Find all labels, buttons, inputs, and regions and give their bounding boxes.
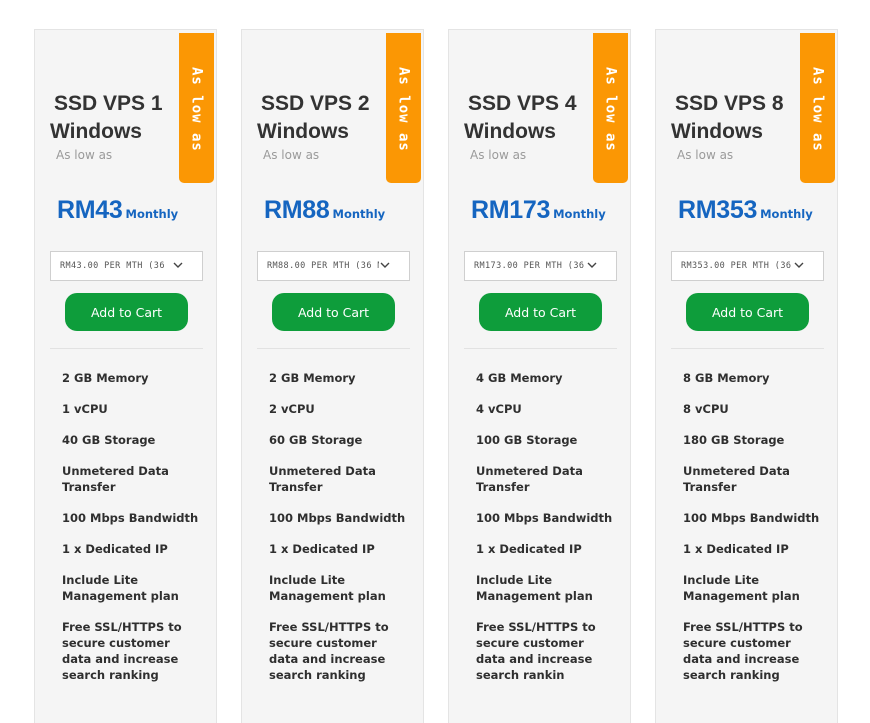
- billing-cycle-select[interactable]: RM353.00 PER MTH (36: [671, 251, 824, 281]
- feature-item: 180 GB Storage: [683, 433, 785, 447]
- feature-item: Free SSL/HTTPS to secure customer data a…: [62, 620, 182, 682]
- as-low-as-label: As low as: [677, 148, 734, 162]
- divider: [257, 348, 410, 349]
- add-to-cart-button[interactable]: Add to Cart: [272, 293, 395, 331]
- price-row: RM43 Monthly: [57, 196, 178, 225]
- divider: [50, 348, 203, 349]
- plan-card-ssd-vps-2: As low as SSD VPS 2 Windows As low as RM…: [241, 29, 424, 723]
- feature-item: 4 vCPU: [476, 402, 522, 416]
- as-low-as-label: As low as: [263, 148, 320, 162]
- feature-item: Unmetered Data Transfer: [269, 464, 376, 494]
- as-low-as-label: As low as: [470, 148, 527, 162]
- add-to-cart-button[interactable]: Add to Cart: [479, 293, 602, 331]
- price-row: RM353 Monthly: [678, 196, 813, 225]
- plan-title: SSD VPS 4 Windows: [464, 92, 577, 143]
- as-low-as-ribbon: As low as: [179, 33, 214, 183]
- feature-item: Include Lite Management plan: [476, 573, 593, 603]
- feature-item: 60 GB Storage: [269, 433, 363, 447]
- chevron-down-icon: [587, 262, 597, 268]
- as-low-as-ribbon: As low as: [386, 33, 421, 183]
- ribbon-label: As low as: [602, 67, 619, 152]
- feature-list: 8 GB Memory 8 vCPU 180 GB Storage Unmete…: [683, 370, 823, 698]
- price-row: RM88 Monthly: [264, 196, 385, 225]
- feature-list: 2 GB Memory 1 vCPU 40 GB Storage Unmeter…: [62, 370, 202, 698]
- plan-card-ssd-vps-1: As low as SSD VPS 1 Windows As low as RM…: [34, 29, 217, 723]
- feature-item: 4 GB Memory: [476, 371, 563, 385]
- chevron-down-icon: [173, 262, 183, 268]
- feature-item: Unmetered Data Transfer: [62, 464, 169, 494]
- add-to-cart-button[interactable]: Add to Cart: [65, 293, 188, 331]
- price-row: RM173 Monthly: [471, 196, 606, 225]
- price: RM88: [264, 196, 330, 224]
- as-low-as-ribbon: As low as: [800, 33, 835, 183]
- price: RM173: [471, 196, 551, 224]
- plan-title: SSD VPS 8 Windows: [671, 92, 784, 143]
- feature-item: 1 x Dedicated IP: [683, 542, 789, 556]
- feature-item: 100 Mbps Bandwidth: [269, 511, 406, 525]
- feature-list: 2 GB Memory 2 vCPU 60 GB Storage Unmeter…: [269, 370, 409, 698]
- feature-item: Free SSL/HTTPS to secure customer data a…: [683, 620, 803, 682]
- feature-item: 8 GB Memory: [683, 371, 770, 385]
- feature-item: Include Lite Management plan: [269, 573, 386, 603]
- feature-item: Include Lite Management plan: [62, 573, 179, 603]
- billing-cycle-select[interactable]: RM173.00 PER MTH (36: [464, 251, 617, 281]
- ribbon-label: As low as: [809, 67, 826, 152]
- price-period: Monthly: [760, 207, 813, 221]
- feature-item: 100 Mbps Bandwidth: [683, 511, 820, 525]
- price: RM353: [678, 196, 758, 224]
- divider: [671, 348, 824, 349]
- feature-item: Include Lite Management plan: [683, 573, 800, 603]
- feature-item: 100 Mbps Bandwidth: [62, 511, 199, 525]
- billing-cycle-value: RM43.00 PER MTH (36: [60, 261, 165, 271]
- feature-item: 100 GB Storage: [476, 433, 578, 447]
- ribbon-label: As low as: [188, 67, 205, 152]
- feature-item: 1 x Dedicated IP: [269, 542, 375, 556]
- feature-item: 40 GB Storage: [62, 433, 156, 447]
- plan-title: SSD VPS 1 Windows: [50, 92, 163, 143]
- price-period: Monthly: [125, 207, 179, 221]
- plan-card-ssd-vps-8: As low as SSD VPS 8 Windows As low as RM…: [655, 29, 838, 723]
- as-low-as-label: As low as: [56, 148, 113, 162]
- feature-item: Free SSL/HTTPS to secure customer data a…: [476, 620, 596, 682]
- price: RM43: [57, 196, 123, 224]
- feature-item: 2 GB Memory: [269, 371, 356, 385]
- chevron-down-icon: [380, 262, 390, 268]
- divider: [464, 348, 617, 349]
- plan-title: SSD VPS 2 Windows: [257, 92, 370, 143]
- as-low-as-ribbon: As low as: [593, 33, 628, 183]
- feature-item: 100 Mbps Bandwidth: [476, 511, 613, 525]
- feature-item: 1 vCPU: [62, 402, 108, 416]
- feature-item: 2 GB Memory: [62, 371, 149, 385]
- add-to-cart-button[interactable]: Add to Cart: [686, 293, 809, 331]
- chevron-down-icon: [794, 262, 804, 268]
- billing-cycle-value: RM88.00 PER MTH (36 M: [267, 261, 379, 271]
- price-period: Monthly: [332, 207, 386, 221]
- billing-cycle-select[interactable]: RM88.00 PER MTH (36 M: [257, 251, 410, 281]
- feature-item: 8 vCPU: [683, 402, 729, 416]
- billing-cycle-value: RM173.00 PER MTH (36: [474, 261, 585, 271]
- feature-item: 1 x Dedicated IP: [62, 542, 168, 556]
- billing-cycle-value: RM353.00 PER MTH (36: [681, 261, 792, 271]
- ribbon-label: As low as: [395, 67, 412, 152]
- feature-item: Free SSL/HTTPS to secure customer data a…: [269, 620, 389, 682]
- feature-list: 4 GB Memory 4 vCPU 100 GB Storage Unmete…: [476, 370, 616, 698]
- plan-card-ssd-vps-4: As low as SSD VPS 4 Windows As low as RM…: [448, 29, 631, 723]
- price-period: Monthly: [553, 207, 606, 221]
- feature-item: 2 vCPU: [269, 402, 315, 416]
- billing-cycle-select[interactable]: RM43.00 PER MTH (36: [50, 251, 203, 281]
- feature-item: 1 x Dedicated IP: [476, 542, 582, 556]
- feature-item: Unmetered Data Transfer: [476, 464, 583, 494]
- feature-item: Unmetered Data Transfer: [683, 464, 790, 494]
